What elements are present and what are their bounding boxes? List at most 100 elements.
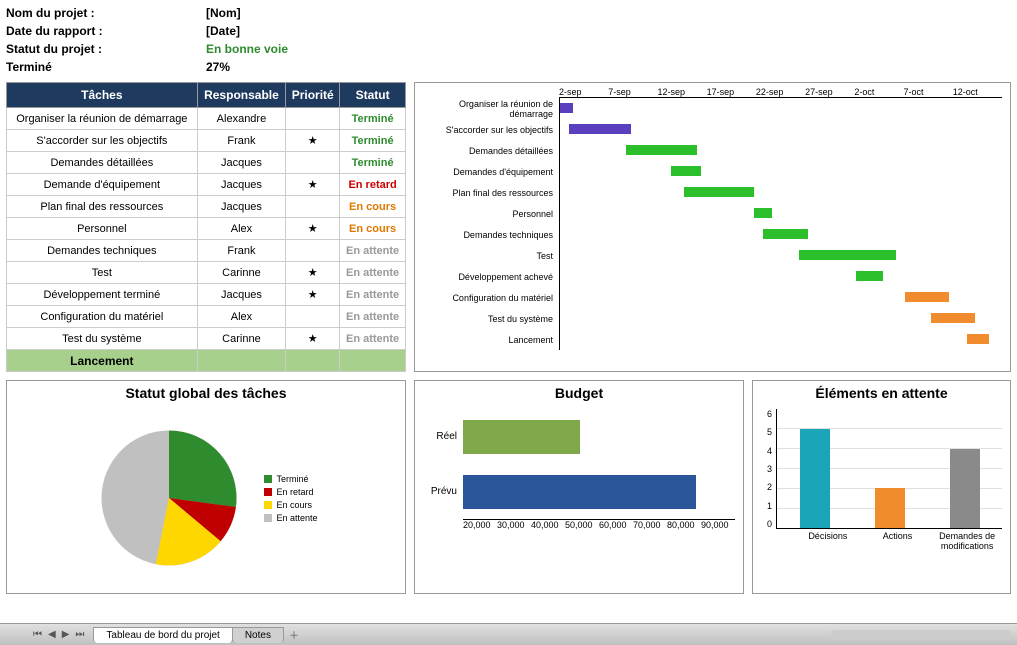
status-cell[interactable]: En attente [340, 262, 406, 284]
launch-row[interactable]: Lancement [7, 350, 406, 372]
table-row[interactable]: Test du système Carinne ★ En attente [7, 328, 406, 350]
col-task[interactable]: Tâches [7, 83, 198, 108]
gantt-chart: 2-sep7-sep12-sep17-sep22-sep27-sep2-oct7… [414, 82, 1011, 372]
gantt-label: Test du système [419, 314, 559, 324]
table-row[interactable]: Demandes techniques Frank En attente [7, 240, 406, 262]
gantt-track [559, 245, 1002, 266]
gantt-track [559, 224, 1002, 245]
task-cell[interactable]: Demandes détaillées [7, 152, 198, 174]
sheet-tab-strip[interactable]: ⏮ ◀ ▶ ⏭ Tableau de bord du projet Notes … [0, 623, 1017, 645]
owner-cell[interactable]: Jacques [197, 174, 286, 196]
owner-cell[interactable]: Frank [197, 240, 286, 262]
pie-panel: Statut global des tâches TerminéEn retar… [6, 380, 406, 594]
horizontal-scrollbar[interactable] [831, 630, 1011, 640]
tab-dashboard[interactable]: Tableau de bord du projet [93, 627, 232, 643]
priority-cell[interactable]: ★ [286, 130, 340, 152]
budget-label: Réel [423, 431, 463, 442]
tab-nav-prev-icon[interactable]: ◀ [45, 629, 59, 640]
col-status[interactable]: Statut [340, 83, 406, 108]
budget-tick: 50,000 [565, 520, 599, 530]
owner-cell[interactable]: Carinne [197, 262, 286, 284]
status-cell[interactable]: Terminé [340, 130, 406, 152]
tab-nav-next-icon[interactable]: ▶ [59, 629, 73, 640]
table-row[interactable]: S'accorder sur les objectifs Frank ★ Ter… [7, 130, 406, 152]
owner-cell[interactable]: Carinne [197, 328, 286, 350]
owner-cell[interactable]: Alexandre [197, 108, 286, 130]
task-cell[interactable]: Test du système [7, 328, 198, 350]
tab-notes[interactable]: Notes [232, 627, 284, 643]
pending-bar [875, 488, 905, 528]
pending-xlabel: Demandes de modifications [933, 531, 1002, 551]
task-cell[interactable]: S'accorder sur les objectifs [7, 130, 198, 152]
project-name-value: [Nom] [206, 4, 241, 22]
col-owner[interactable]: Responsable [197, 83, 286, 108]
status-cell[interactable]: En retard [340, 174, 406, 196]
owner-cell[interactable]: Jacques [197, 196, 286, 218]
tab-add-icon[interactable]: ＋ [283, 627, 305, 642]
priority-cell[interactable] [286, 240, 340, 262]
gantt-tick: 2-oct [854, 87, 903, 97]
launch-cell[interactable]: Lancement [7, 350, 198, 372]
table-row[interactable]: Personnel Alex ★ En cours [7, 218, 406, 240]
priority-cell[interactable]: ★ [286, 262, 340, 284]
task-cell[interactable]: Demandes techniques [7, 240, 198, 262]
table-row[interactable]: Configuration du matériel Alex En attent… [7, 306, 406, 328]
table-row[interactable]: Test Carinne ★ En attente [7, 262, 406, 284]
priority-cell[interactable] [286, 108, 340, 130]
priority-cell[interactable] [286, 152, 340, 174]
table-row[interactable]: Demandes détaillées Jacques Terminé [7, 152, 406, 174]
report-date-value: [Date] [206, 22, 240, 40]
task-cell[interactable]: Demande d'équipement [7, 174, 198, 196]
budget-row: Réel [423, 409, 735, 464]
status-cell[interactable]: En cours [340, 196, 406, 218]
task-cell[interactable]: Personnel [7, 218, 198, 240]
owner-cell[interactable]: Alex [197, 306, 286, 328]
tab-nav-last-icon[interactable]: ⏭ [72, 629, 87, 640]
table-row[interactable]: Développement terminé Jacques ★ En atten… [7, 284, 406, 306]
task-cell[interactable]: Organiser la réunion de démarrage [7, 108, 198, 130]
owner-cell[interactable]: Jacques [197, 152, 286, 174]
priority-cell[interactable]: ★ [286, 218, 340, 240]
task-cell[interactable]: Configuration du matériel [7, 306, 198, 328]
gantt-row: Demandes détaillées [419, 140, 1002, 161]
priority-cell[interactable] [286, 306, 340, 328]
tab-nav-first-icon[interactable]: ⏮ [30, 629, 45, 640]
table-row[interactable]: Demande d'équipement Jacques ★ En retard [7, 174, 406, 196]
table-row[interactable]: Organiser la réunion de démarrage Alexan… [7, 108, 406, 130]
tasks-table[interactable]: Tâches Responsable Priorité Statut Organ… [6, 82, 406, 372]
status-cell[interactable]: En cours [340, 218, 406, 240]
gantt-tick: 7-oct [904, 87, 953, 97]
gantt-label: Personnel [419, 209, 559, 219]
priority-cell[interactable]: ★ [286, 328, 340, 350]
ytick: 3 [761, 464, 772, 474]
status-cell[interactable]: Terminé [340, 152, 406, 174]
task-cell[interactable]: Développement terminé [7, 284, 198, 306]
pie-title: Statut global des tâches [7, 381, 405, 403]
gantt-tick: 27-sep [805, 87, 854, 97]
budget-bar [463, 420, 580, 454]
status-cell[interactable]: Terminé [340, 108, 406, 130]
status-cell[interactable]: En attente [340, 306, 406, 328]
gantt-row: Test [419, 245, 1002, 266]
gantt-row: Demandes d'équipement [419, 161, 1002, 182]
table-row[interactable]: Plan final des ressources Jacques En cou… [7, 196, 406, 218]
priority-cell[interactable]: ★ [286, 284, 340, 306]
priority-cell[interactable] [286, 196, 340, 218]
owner-cell[interactable]: Frank [197, 130, 286, 152]
status-cell[interactable]: En attente [340, 284, 406, 306]
legend-item: Terminé [264, 474, 317, 484]
owner-cell[interactable]: Jacques [197, 284, 286, 306]
ytick: 2 [761, 482, 772, 492]
gantt-track [559, 119, 1002, 140]
legend-swatch [264, 475, 272, 483]
owner-cell[interactable]: Alex [197, 218, 286, 240]
col-priority[interactable]: Priorité [286, 83, 340, 108]
legend-item: En cours [264, 500, 317, 510]
priority-cell[interactable]: ★ [286, 174, 340, 196]
status-cell[interactable]: En attente [340, 240, 406, 262]
legend-label: Terminé [276, 474, 308, 484]
task-cell[interactable]: Plan final des ressources [7, 196, 198, 218]
status-cell[interactable]: En attente [340, 328, 406, 350]
task-cell[interactable]: Test [7, 262, 198, 284]
gantt-row: Lancement [419, 329, 1002, 350]
